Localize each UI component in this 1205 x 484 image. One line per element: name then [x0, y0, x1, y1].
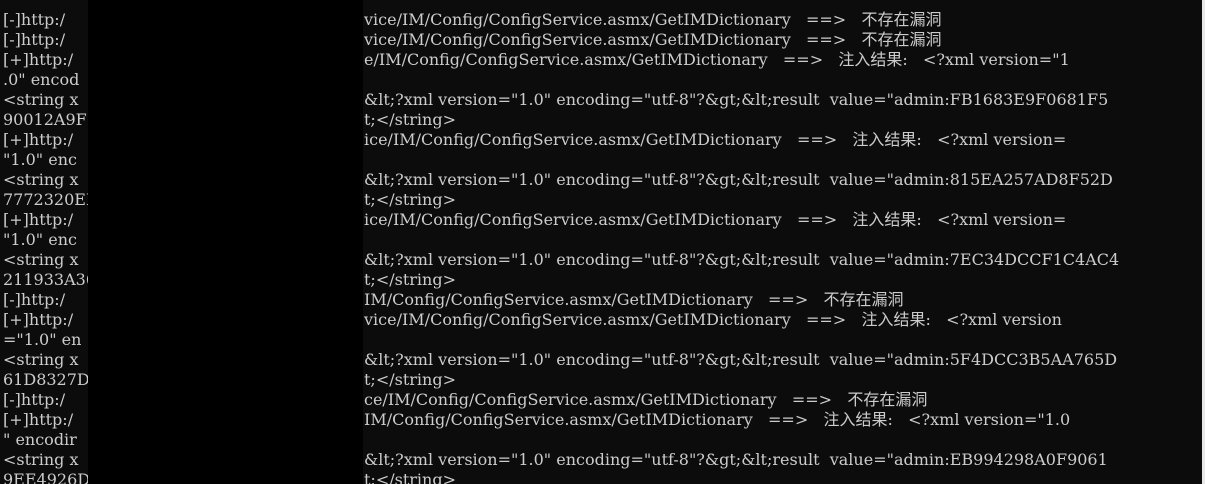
line-right: IM/Config/ConfigService.asmx/GetIMDictio…	[364, 290, 904, 309]
line-left: "1.0" enc	[3, 150, 77, 169]
line-right: IM/Config/ConfigService.asmx/GetIMDictio…	[364, 410, 1071, 429]
line-left: [-]http:/	[3, 30, 66, 49]
line-right: &lt;?xml version="1.0" encoding="utf-8"?…	[364, 350, 1118, 369]
line-left: 9EE4926D2	[3, 470, 101, 484]
line-left: [-]http:/	[3, 290, 66, 309]
line-left: [+]http:/	[3, 210, 74, 229]
line-left: <string x	[3, 90, 79, 109]
line-right: vice/IM/Config/ConfigService.asmx/GetIMD…	[364, 10, 942, 29]
line-left: 90012A9F1	[3, 110, 97, 129]
line-right: ice/IM/Config/ConfigService.asmx/GetIMDi…	[364, 210, 1067, 229]
line-right: &lt;?xml version="1.0" encoding="utf-8"?…	[364, 450, 1108, 469]
line-left: [+]http:/	[3, 130, 74, 149]
line-right: &lt;?xml version="1.0" encoding="utf-8"?…	[364, 90, 1109, 109]
line-right: ce/IM/Config/ConfigService.asmx/GetIMDic…	[364, 390, 928, 409]
line-right: &lt;?xml version="1.0" encoding="utf-8"?…	[364, 170, 1113, 189]
line-left: 211933A36	[3, 270, 96, 289]
line-left: " encodir	[3, 430, 77, 449]
line-right: e/IM/Config/ConfigService.asmx/GetIMDict…	[364, 50, 1070, 69]
line-left: 7772320EI	[3, 190, 93, 209]
line-left: [+]http:/	[3, 410, 74, 429]
line-left: <string x	[3, 450, 79, 469]
line-left: 61D8327DE	[3, 370, 102, 389]
line-left: [-]http:/	[3, 10, 66, 29]
line-right: ice/IM/Config/ConfigService.asmx/GetIMDi…	[364, 130, 1067, 149]
line-left: <string x	[3, 250, 79, 269]
line-left: .0" encod	[3, 70, 80, 89]
terminal-output[interactable]: [-]http:/ vice/IM/Config/ConfigService.as…	[0, 0, 1202, 484]
line-right: t;</string>	[364, 190, 456, 209]
redaction-block	[88, 0, 363, 484]
line-left: ="1.0" en	[3, 330, 82, 349]
line-right: t;</string>	[364, 110, 456, 129]
line-left: <string x	[3, 170, 79, 189]
line-left: [+]http:/	[3, 50, 74, 69]
line-left: "1.0" enc	[3, 230, 77, 249]
line-right: t;</string>	[364, 370, 456, 389]
line-left: [+]http:/	[3, 310, 74, 329]
line-right: vice/IM/Config/ConfigService.asmx/GetIMD…	[364, 30, 942, 49]
line-right: &lt;?xml version="1.0" encoding="utf-8"?…	[364, 250, 1120, 269]
line-right: t;</string>	[364, 270, 456, 289]
line-left: <string x	[3, 350, 79, 369]
line-left: [-]http:/	[3, 390, 66, 409]
line-right: vice/IM/Config/ConfigService.asmx/GetIMD…	[364, 310, 1062, 329]
line-right: t;</string>	[364, 470, 456, 484]
